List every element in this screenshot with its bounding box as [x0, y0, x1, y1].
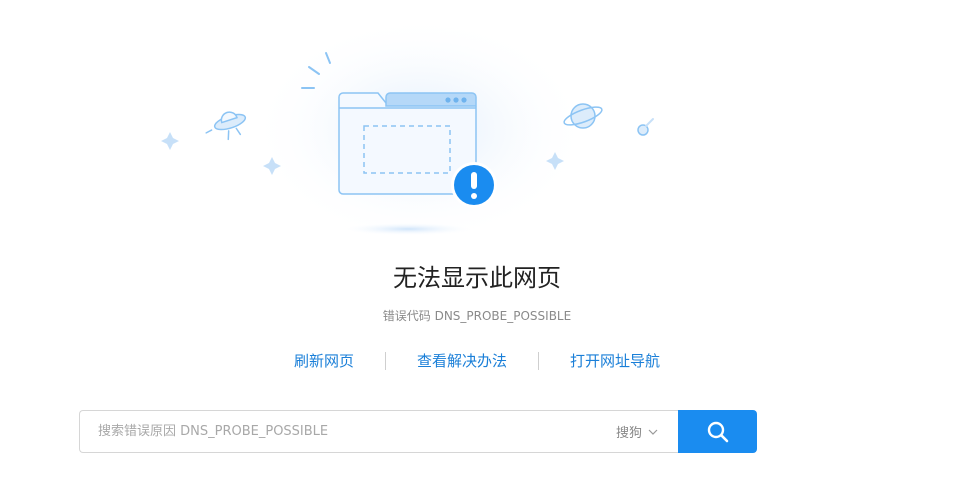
alert-icon [451, 162, 497, 208]
search-box: 搜狗 [79, 410, 678, 453]
solutions-link[interactable]: 查看解决办法 [416, 348, 508, 374]
error-code: 错误代码 DNS_PROBE_POSSIBLE [382, 309, 572, 323]
comet-icon [637, 118, 654, 136]
divider [384, 352, 386, 370]
search-engine-label: 搜狗 [615, 426, 642, 441]
search-bar: 搜狗 [79, 410, 757, 453]
page-title: 无法显示此网页 [393, 264, 561, 292]
search-input[interactable] [96, 423, 616, 440]
refresh-link[interactable]: 刷新网页 [293, 348, 355, 374]
action-links: 刷新网页 查看解决办法 打开网址导航 [0, 348, 954, 374]
chevron-down-icon [648, 429, 658, 435]
divider [538, 352, 539, 370]
search-button[interactable] [678, 410, 757, 453]
navigation-link[interactable]: 打开网址导航 [569, 348, 661, 374]
floor-shadow [346, 223, 470, 235]
search-icon [707, 421, 728, 442]
search-engine-select[interactable]: 搜狗 [616, 422, 658, 441]
error-illustration [161, 15, 654, 245]
ufo-icon [205, 111, 247, 141]
